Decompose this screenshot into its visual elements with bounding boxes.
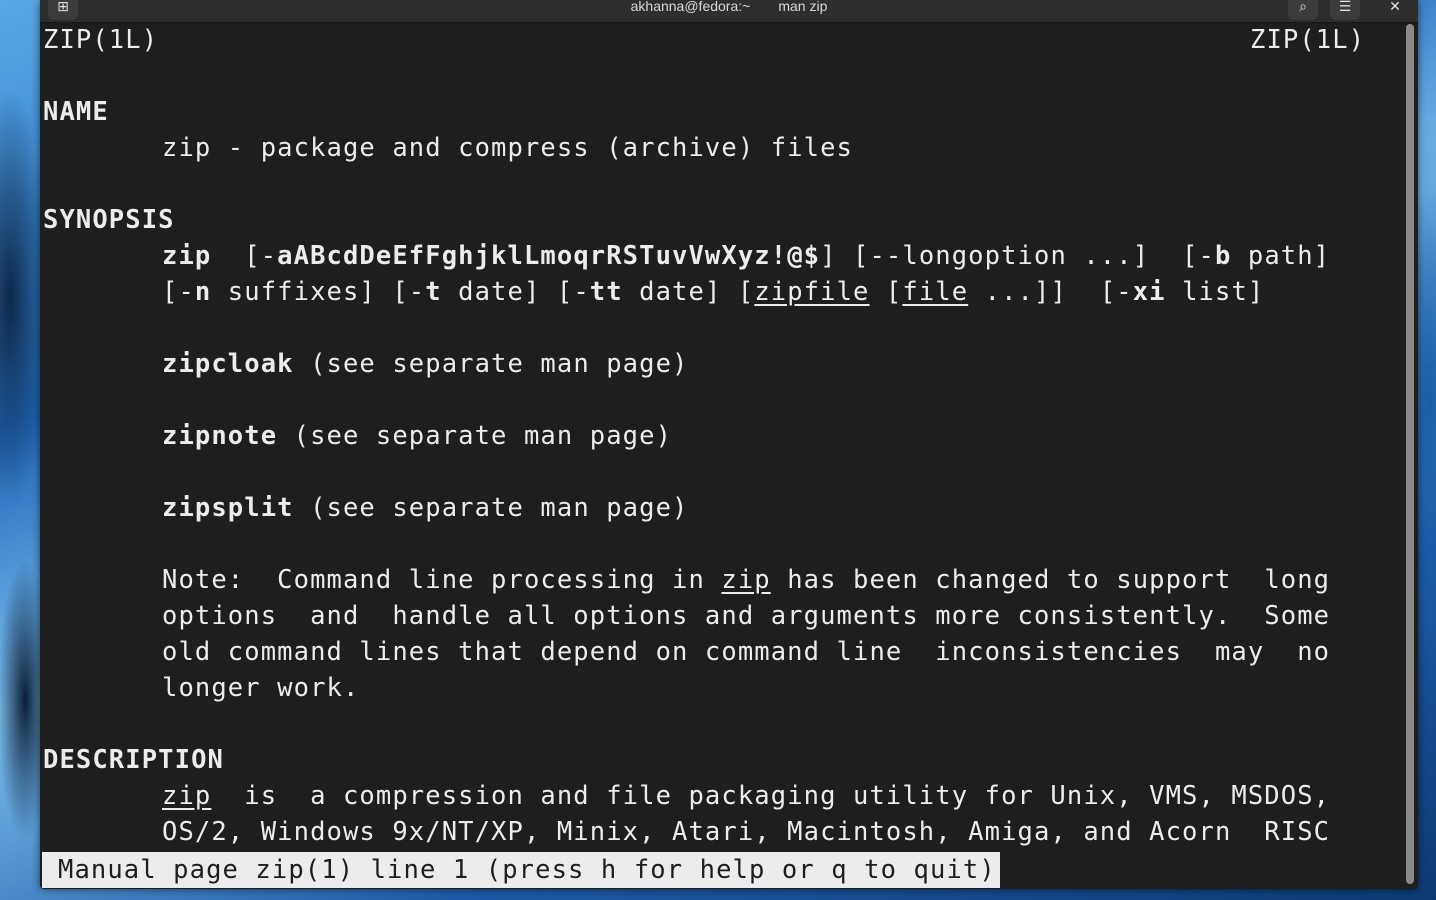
scrollbar-thumb[interactable] <box>1406 24 1414 884</box>
window-title: akhanna@fedora:~ man zip <box>40 0 1418 14</box>
zipsplit-cmd: zipsplit <box>162 493 294 523</box>
syn2-e: [ <box>869 277 903 307</box>
note-line-4: longer work. <box>162 673 360 703</box>
hamburger-menu-icon: ☰ <box>1338 0 1352 15</box>
close-button[interactable]: ✕ <box>1380 0 1410 20</box>
menu-button[interactable]: ☰ <box>1330 0 1360 20</box>
note-line-1: Note: Command line processing in zip has… <box>162 562 1330 598</box>
zipsplit-line: zipsplit (see separate man page) <box>162 490 688 526</box>
syn2-b: suffixes] [- <box>211 277 426 307</box>
header-right: ZIP(1L) <box>1250 25 1366 55</box>
syn1-mid: ] [--longoption ...] [- <box>820 241 1215 271</box>
man-header: ZIP(1L) <box>43 22 158 58</box>
syn2-c: date] [- <box>441 277 590 307</box>
zipsplit-note: (see separate man page) <box>293 493 689 523</box>
zipnote-line: zipnote (see separate man page) <box>162 418 672 454</box>
syn2-xi: xi <box>1132 277 1166 307</box>
close-icon: ✕ <box>1389 0 1401 15</box>
note-a: Note: Command line processing in <box>162 565 722 595</box>
syn2-n: n <box>194 277 212 307</box>
title-host: akhanna@fedora:~ <box>630 0 751 14</box>
scrollbar[interactable] <box>1404 24 1416 886</box>
section-name-heading: NAME <box>43 97 109 127</box>
syn1-end: path] <box>1231 241 1331 271</box>
zipnote-note: (see separate man page) <box>277 421 673 451</box>
title-bar: ⊞ akhanna@fedora:~ man zip ⌕ ☰ ✕ <box>40 0 1418 23</box>
title-command: man zip <box>778 0 828 14</box>
header-left: ZIP(1L) <box>43 25 159 55</box>
syn2-g: list] <box>1165 277 1265 307</box>
section-description-heading: DESCRIPTION <box>43 745 224 775</box>
zipnote-cmd: zipnote <box>162 421 278 451</box>
pager-status-bar: Manual page zip(1) line 1 (press h for h… <box>42 852 1000 888</box>
zipcloak-line: zipcloak (see separate man page) <box>162 346 688 382</box>
man-header-right: ZIP(1L) <box>1250 22 1365 58</box>
syn2-zipfile: zipfile <box>754 277 870 307</box>
synopsis-line-1: zip [-aABcdDeEfFghjklLmoqrRSTuvVwXyz!@$]… <box>162 238 1330 274</box>
syn-zip: zip <box>162 241 212 271</box>
syn1-opts: aABcdDeEfFghjklLmoqrRSTuvVwXyz!@$ <box>277 241 821 271</box>
syn2-file: file <box>902 277 969 307</box>
terminal-window: ⊞ akhanna@fedora:~ man zip ⌕ ☰ ✕ ZIP(1L) … <box>40 0 1418 889</box>
terminal-output[interactable]: ZIP(1L) ZIP(1L) NAME zip - package and c… <box>40 22 1400 889</box>
syn2-d: date] [ <box>622 277 755 307</box>
desc-l1: is a compression and file packaging util… <box>211 781 1331 811</box>
desc-zip: zip <box>162 781 212 811</box>
section-synopsis-heading: SYNOPSIS <box>43 205 175 235</box>
synopsis-line-2: [-n suffixes] [-t date] [-tt date] [zipf… <box>162 274 1264 310</box>
note-line-2: options and handle all options and argum… <box>162 601 1331 631</box>
syn1-b: b <box>1214 241 1232 271</box>
syn1-open: [- <box>244 241 278 271</box>
description-line-2: OS/2, Windows 9x/NT/XP, Minix, Atari, Ma… <box>162 817 1331 847</box>
search-button[interactable]: ⌕ <box>1288 0 1318 20</box>
note-b: has been changed to support long <box>770 565 1331 595</box>
description-line-1: zip is a compression and file packaging … <box>162 778 1330 814</box>
note-zip: zip <box>721 565 771 595</box>
syn2-a: [- <box>162 277 195 307</box>
search-icon: ⌕ <box>1299 0 1307 15</box>
note-line-3: old command lines that depend on command… <box>162 637 1331 667</box>
syn2-t: t <box>425 277 442 307</box>
name-description: zip - package and compress (archive) fil… <box>162 133 853 163</box>
syn2-tt: tt <box>589 277 623 307</box>
zipcloak-cmd: zipcloak <box>162 349 294 379</box>
syn2-f: ...]] [- <box>968 277 1133 307</box>
zipcloak-note: (see separate man page) <box>293 349 689 379</box>
